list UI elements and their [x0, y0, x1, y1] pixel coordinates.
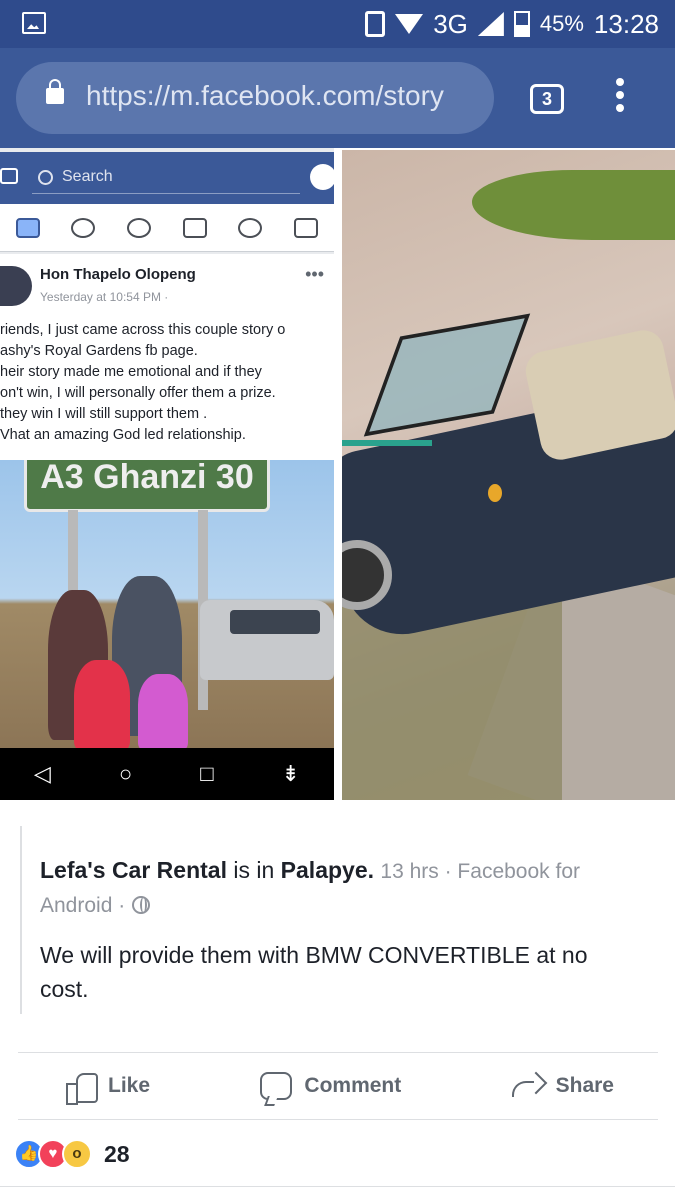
- reaction-count: 28: [104, 1140, 130, 1167]
- fb-header: Search: [0, 152, 334, 204]
- child: [138, 674, 188, 748]
- van: [200, 600, 334, 680]
- divider: [0, 1186, 675, 1187]
- tinsel-decoration: [342, 440, 432, 446]
- status-bar: 3G 45% 13:28: [0, 0, 675, 48]
- post-line: Vhat an amazing God led relationship.: [0, 427, 246, 443]
- gallery-notification-icon: [22, 12, 46, 34]
- page-name-link[interactable]: Lefa's Car Rental: [40, 857, 227, 883]
- thumbs-up-icon: [66, 1071, 98, 1105]
- battery-percent: 45%: [539, 11, 584, 36]
- url-text[interactable]: https://m.facebook.com/story: [86, 80, 444, 112]
- notifications-icon: [238, 217, 263, 238]
- share-button[interactable]: Share: [511, 1073, 614, 1099]
- embedded-post: Hon Thapelo Olopeng Yesterday at 10:54 P…: [0, 254, 334, 460]
- comment-button[interactable]: Comment: [260, 1072, 401, 1100]
- share-arrow-icon: [511, 1073, 544, 1099]
- back-icon: ◁: [34, 761, 51, 786]
- battery-icon: [513, 11, 530, 37]
- news-feed-icon: [15, 217, 40, 238]
- fb-nav-bar: [0, 204, 334, 252]
- overflow-menu-icon[interactable]: [616, 78, 626, 118]
- shared-post: Lefa's Car Rental is in Palapye. 13 hrs …: [20, 826, 660, 1014]
- recents-icon: □: [200, 761, 214, 786]
- post-timestamp: Yesterday at 10:54 PM ·: [40, 290, 169, 304]
- messenger-icon: [310, 164, 334, 190]
- location-link[interactable]: Palapye: [281, 857, 368, 883]
- post-actions: Like Comment Share: [18, 1052, 658, 1120]
- child: [74, 660, 130, 748]
- public-globe-icon: [131, 896, 150, 914]
- groups-icon: [127, 217, 152, 238]
- comment-icon: [260, 1072, 293, 1100]
- shared-post-text: We will provide them with BMW CONVERTIBL…: [40, 942, 588, 1002]
- like-label: Like: [108, 1074, 151, 1097]
- reactions-summary[interactable]: 👍 ♥ o 28: [14, 1136, 130, 1172]
- android-nav-bar: ◁ ○ □ ⇟: [0, 748, 334, 800]
- video-icon: [182, 217, 207, 238]
- vibrate-icon: [365, 11, 386, 37]
- comment-label: Comment: [304, 1074, 402, 1097]
- is-in-text: is in: [233, 857, 275, 883]
- post-line: heir story made me emotional and if they: [0, 364, 262, 380]
- wifi-icon: [395, 14, 424, 34]
- post-line: on't win, I will personally offer them a…: [0, 385, 276, 401]
- share-label: Share: [555, 1074, 614, 1097]
- like-button[interactable]: Like: [66, 1071, 151, 1105]
- shared-post-header: Lefa's Car Rental is in Palapye. 13 hrs …: [40, 857, 580, 917]
- lock-icon: [46, 79, 64, 104]
- avatar: [0, 266, 32, 306]
- browser-toolbar: https://m.facebook.com/story 3: [0, 48, 675, 148]
- signal-icon: [477, 12, 504, 36]
- notification-shade-icon: ⇟: [281, 761, 300, 786]
- road-sign: A3 Ghanzi 30: [24, 460, 270, 512]
- road-sign-photo: A3 Ghanzi 30: [0, 460, 334, 748]
- wow-reaction-icon: o: [62, 1139, 92, 1169]
- search-input: Search: [32, 162, 300, 194]
- post-body: riends, I just came across this couple s…: [0, 320, 334, 446]
- post-photo[interactable]: Search Hon Thapelo Olopeng Yesterday at …: [0, 148, 675, 800]
- facebook-screenshot-image: Search Hon Thapelo Olopeng Yesterday at …: [0, 148, 334, 800]
- more-options-icon: •••: [305, 264, 324, 284]
- convertible-car-image: [342, 150, 675, 800]
- lawn: [472, 170, 675, 240]
- windshield: [363, 313, 531, 437]
- post-line: riends, I just came across this couple s…: [0, 322, 286, 338]
- friends-icon: [71, 217, 96, 238]
- home-icon: ○: [118, 761, 133, 786]
- post-author: Hon Thapelo Olopeng: [40, 266, 196, 283]
- post-line: they win I will still support them .: [0, 406, 208, 422]
- post-line: ashy's Royal Gardens fb page.: [0, 343, 198, 359]
- clock: 13:28: [593, 8, 659, 39]
- bow-decoration: [488, 484, 502, 502]
- network-type: 3G: [433, 8, 468, 39]
- url-bar[interactable]: https://m.facebook.com/story: [16, 62, 494, 134]
- camera-icon: [0, 168, 18, 184]
- tab-switcher-button[interactable]: 3: [530, 84, 564, 114]
- menu-icon: [294, 217, 319, 238]
